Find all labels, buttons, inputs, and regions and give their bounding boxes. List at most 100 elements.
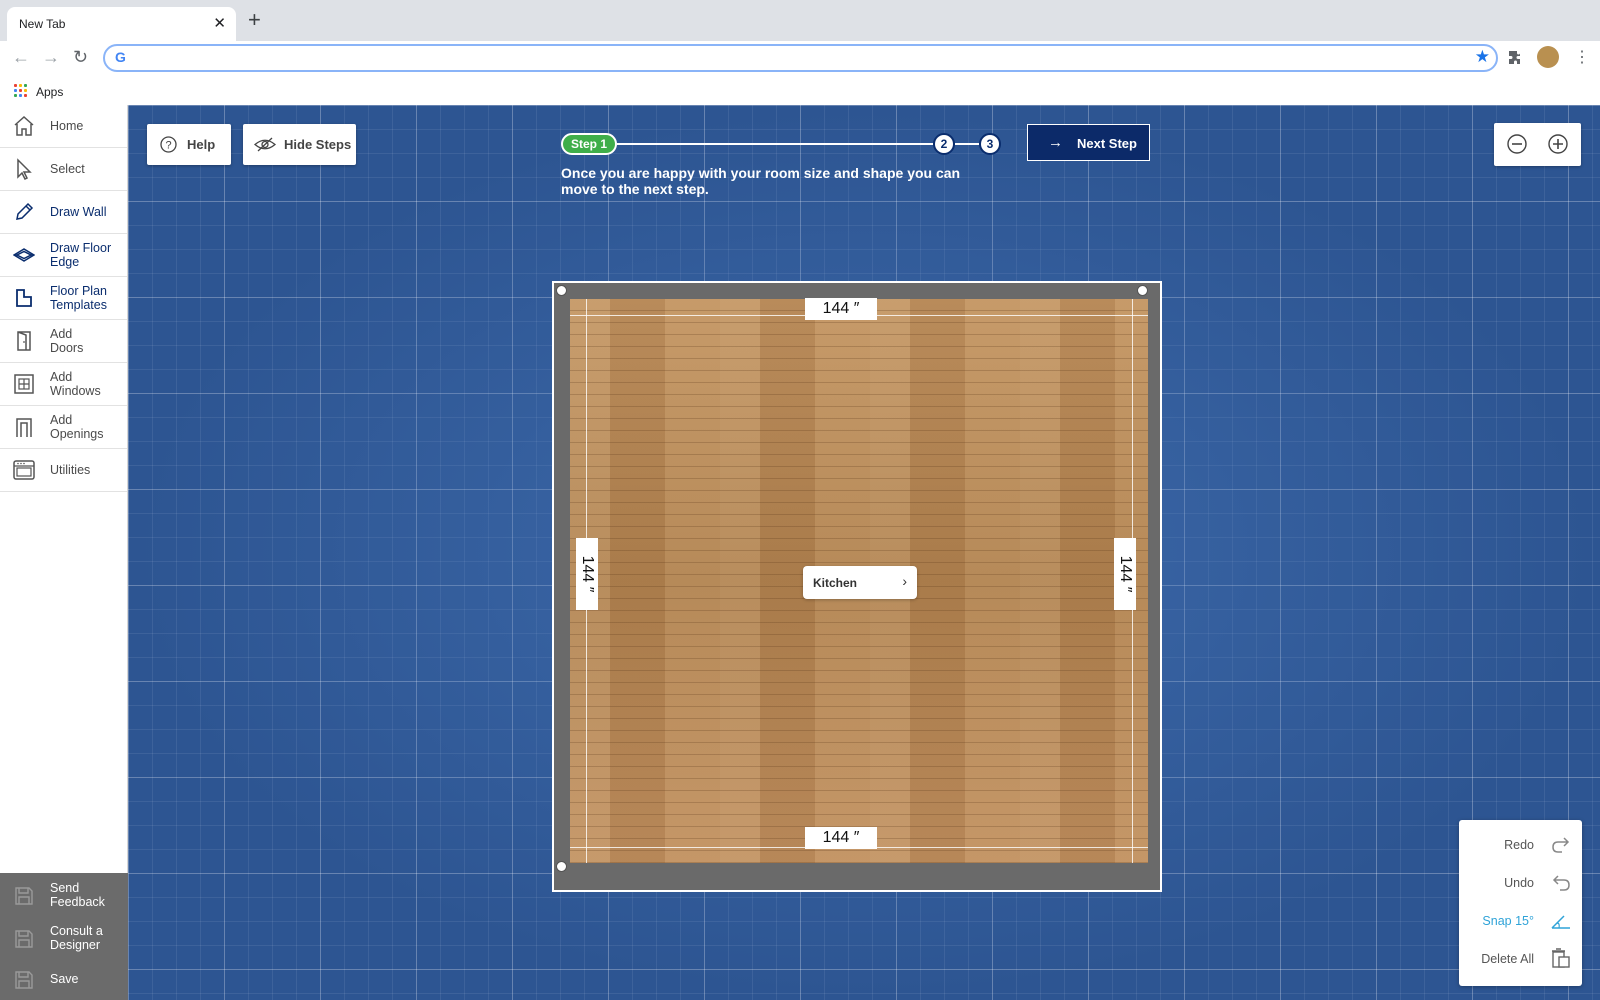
undo-button[interactable]: Undo — [1459, 864, 1582, 900]
address-bar[interactable]: G ★ — [103, 44, 1498, 72]
zoom-in-icon[interactable] — [1547, 133, 1569, 155]
hide-steps-button[interactable]: Hide Steps — [243, 124, 356, 165]
trash-copy-icon — [1552, 948, 1570, 968]
save-icon — [15, 887, 33, 905]
sidebar-item-draw-floor-edge[interactable]: Draw Floor Edge — [0, 234, 127, 277]
sidebar-item-floor-plan-templates[interactable]: Floor Plan Templates — [0, 277, 127, 320]
save-icon — [15, 930, 33, 948]
room-name: Kitchen — [813, 576, 858, 590]
sidebar-item-add-doors[interactable]: Add Doors — [0, 320, 127, 363]
new-tab-button[interactable]: + — [248, 9, 261, 31]
snap-angle-icon — [1551, 915, 1570, 929]
opening-icon — [16, 418, 32, 437]
undo-label: Undo — [1504, 876, 1534, 890]
step-description: Once you are happy with your room size a… — [561, 165, 961, 197]
top-wall-dimension[interactable]: 144 ″ — [805, 298, 877, 320]
pencil-icon — [16, 202, 34, 220]
profile-avatar[interactable] — [1537, 46, 1559, 68]
delete-all-button[interactable]: Delete All — [1459, 940, 1582, 976]
sidebar-item-add-openings[interactable]: Add Openings — [0, 406, 127, 449]
step-3-circle[interactable]: 3 — [979, 133, 1001, 155]
redo-label: Redo — [1504, 838, 1534, 852]
sidebar-item-label: Home — [50, 119, 84, 133]
chevron-right-icon: › — [902, 573, 907, 589]
step-progress: Step 1 2 3 — [561, 131, 1001, 157]
zoom-controls — [1494, 123, 1581, 166]
consult-designer-button[interactable]: Consult a Designer — [0, 918, 128, 958]
step-2-circle[interactable]: 2 — [933, 133, 955, 155]
floor-plan-canvas[interactable]: ? Help Hide Steps Step 1 2 3 Once you ar… — [128, 105, 1600, 1000]
corner-handle-bottom-left[interactable] — [556, 861, 567, 872]
save-icon — [15, 971, 33, 989]
browser-tabstrip: New Tab ✕ + — [0, 0, 1600, 41]
oven-icon — [13, 460, 35, 480]
help-button[interactable]: ? Help — [147, 124, 231, 165]
room-planner-app: Home Select Draw Wall Draw Floor Edge Fl… — [0, 105, 1600, 1000]
address-input[interactable] — [135, 49, 1435, 67]
window-icon — [14, 374, 34, 394]
sidebar-item-draw-wall[interactable]: Draw Wall — [0, 191, 127, 234]
help-icon: ? — [160, 136, 177, 153]
next-step-label: Next Step — [1077, 136, 1137, 151]
step-1-badge[interactable]: Step 1 — [561, 133, 617, 155]
hide-steps-label: Hide Steps — [284, 137, 352, 152]
sidebar-item-label: Select — [50, 162, 85, 176]
sidebar-item-label: Draw Floor Edge — [50, 241, 112, 269]
corner-handle-top-left[interactable] — [556, 285, 567, 296]
redo-button[interactable]: Redo — [1459, 826, 1582, 862]
corner-handle-top-right[interactable] — [1137, 285, 1148, 296]
sidebar-item-label: Floor Plan Templates — [50, 284, 107, 312]
undo-icon — [1552, 875, 1570, 891]
sidebar-item-label: Save — [50, 972, 79, 986]
sidebar-bottom-panel: Send Feedback Consult a Designer Save — [0, 873, 128, 1000]
sidebar-item-label: Add Doors — [50, 327, 84, 355]
floor-layers-icon — [13, 248, 35, 262]
reload-icon[interactable]: ↻ — [73, 47, 88, 68]
close-tab-icon[interactable]: ✕ — [213, 14, 226, 32]
sidebar-item-label: Add Openings — [50, 413, 104, 441]
apps-grid-icon[interactable] — [14, 84, 27, 97]
browser-menu-icon[interactable]: ⋮ — [1574, 47, 1590, 67]
room-name-chip[interactable]: Kitchen › — [803, 566, 917, 599]
delete-all-label: Delete All — [1481, 952, 1534, 966]
step-connector — [955, 143, 979, 145]
sidebar-item-select[interactable]: Select — [0, 148, 127, 191]
step-connector — [617, 143, 933, 145]
bookmark-star-icon[interactable]: ★ — [1475, 47, 1490, 67]
save-button[interactable]: Save — [0, 959, 128, 999]
left-wall-dimension[interactable]: 144 ″ — [576, 538, 598, 610]
svg-text:?: ? — [165, 140, 171, 152]
redo-icon — [1552, 837, 1570, 853]
apps-bookmark[interactable]: Apps — [36, 85, 63, 99]
zoom-out-icon[interactable] — [1506, 133, 1528, 155]
bottom-wall-dimension[interactable]: 144 ″ — [805, 827, 877, 849]
right-wall-dimension[interactable]: 144 ″ — [1114, 538, 1136, 610]
sidebar-item-label: Send Feedback — [50, 881, 105, 909]
back-arrow-icon[interactable]: ← — [12, 47, 30, 68]
sidebar-item-home[interactable]: Home — [0, 105, 127, 148]
bookmarks-bar: Apps — [0, 79, 1600, 105]
browser-toolbar: ← → ↻ G ★ ⋮ — [0, 41, 1600, 79]
snap-toggle[interactable]: Snap 15° — [1459, 902, 1582, 938]
template-icon — [16, 289, 32, 307]
extensions-puzzle-icon[interactable] — [1508, 50, 1524, 70]
next-step-button[interactable]: → Next Step — [1027, 124, 1150, 161]
sidebar-item-utilities[interactable]: Utilities — [0, 449, 127, 492]
snap-label: Snap 15° — [1482, 914, 1534, 928]
tool-sidebar: Home Select Draw Wall Draw Floor Edge Fl… — [0, 105, 128, 1000]
send-feedback-button[interactable]: Send Feedback — [0, 875, 128, 915]
eye-slash-icon — [254, 137, 276, 152]
sidebar-item-label: Draw Wall — [50, 205, 107, 219]
sidebar-item-label: Add Windows — [50, 370, 101, 398]
sidebar-item-label: Utilities — [50, 463, 91, 477]
door-icon — [17, 331, 31, 351]
help-label: Help — [187, 137, 216, 152]
right-dimension-text: 144 ″ — [1117, 555, 1134, 593]
left-dimension-text: 144 ″ — [579, 555, 596, 593]
browser-tab[interactable]: New Tab ✕ — [7, 7, 236, 41]
forward-arrow-icon[interactable]: → — [42, 47, 60, 68]
edit-actions-panel: Redo Undo Snap 15° Delete All — [1459, 820, 1582, 986]
tab-title: New Tab — [19, 17, 66, 31]
sidebar-item-label: Consult a Designer — [50, 924, 103, 952]
sidebar-item-add-windows[interactable]: Add Windows — [0, 363, 127, 406]
